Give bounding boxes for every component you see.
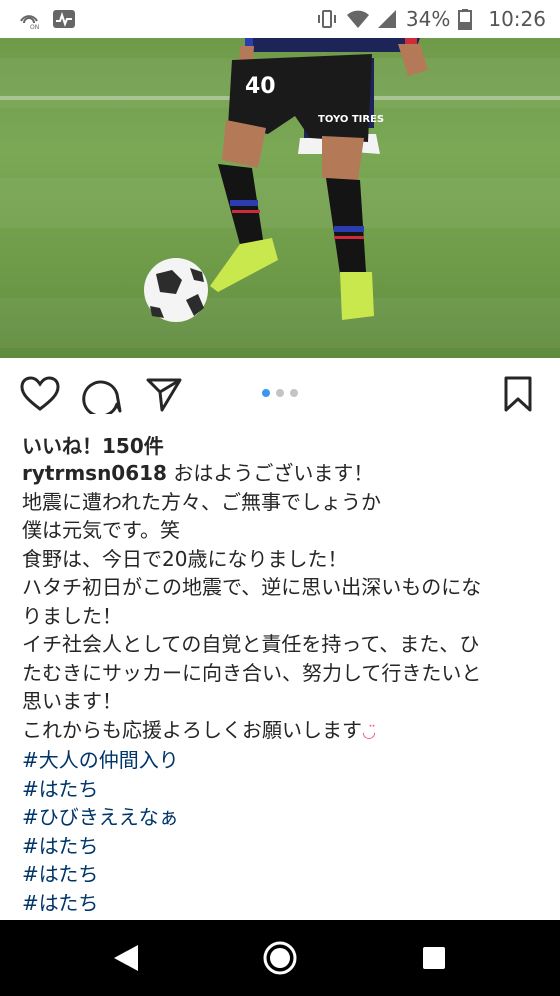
vibrate-icon <box>316 8 338 30</box>
carousel-indicator <box>262 389 298 397</box>
hashtag-link[interactable]: #はたち <box>22 889 542 918</box>
smile-emoji-icon: ◡̈ <box>362 721 376 741</box>
caption-line: 地震に遭われた方々、ご無事でしょうか <box>22 489 381 514</box>
back-triangle-icon <box>114 945 138 971</box>
status-bar: ON 34% 10:26 <box>0 0 560 38</box>
caption-line: りました！ <box>22 603 122 628</box>
player-illustration: 40 TOYO TIRES <box>144 38 428 322</box>
hashtag-link[interactable]: #大人の仲間入り <box>22 746 542 775</box>
heart-icon <box>20 376 60 411</box>
caption-line: イチ社会人としての自覚と責任を持って、また、ひ <box>22 632 480 656</box>
recents-square-icon <box>423 947 445 969</box>
signal-icon <box>376 8 398 30</box>
post-photo[interactable]: 40 TOYO TIRES <box>0 38 560 358</box>
caption-line: ハタチ初日がこの地震で、逆に思い出深いものにな <box>22 575 482 599</box>
bookmark-icon <box>504 376 532 412</box>
battery-icon <box>458 8 480 30</box>
sponsor-text: TOYO TIRES <box>318 114 384 125</box>
system-nav-bar <box>0 920 560 996</box>
hashtag-link[interactable]: #はたち <box>22 832 542 861</box>
caption-line: これからも応援よろしくお願いします◡̈ <box>22 716 542 747</box>
hashtag-link[interactable]: #はたち <box>22 860 542 889</box>
caption-line: たむきにサッカーに向き合い、努力して行きたいと <box>22 660 482 685</box>
recents-button[interactable] <box>394 920 474 996</box>
caption-line: 食野は、今日で20歳になりました！ <box>22 546 348 571</box>
hashtag-link[interactable]: #はたち <box>22 775 542 804</box>
clock: 10:26 <box>488 7 546 31</box>
battery-percent: 34% <box>405 7 451 31</box>
caption-line: 僕は元気です。笑 <box>22 518 180 542</box>
svg-text:ON: ON <box>30 24 39 30</box>
activity-icon <box>52 8 75 30</box>
wifi-icon <box>346 8 369 30</box>
caption-text: これからも応援よろしくお願いします <box>22 717 362 742</box>
post-caption: rytrmsn0618 おはようございます！ 地震に遭われた方々、ご無事でしょう… <box>22 459 542 917</box>
home-circle-icon <box>263 941 297 975</box>
comment-icon <box>82 380 122 414</box>
caption-text: おはようございます！ <box>173 461 374 485</box>
share-button[interactable] <box>142 372 186 416</box>
save-button[interactable] <box>496 372 540 416</box>
username-link[interactable]: rytrmsn0618 <box>22 461 167 485</box>
carousel-dot <box>290 389 298 397</box>
send-icon <box>146 378 182 412</box>
hashtag-link[interactable]: #ひびきええなぁ <box>22 803 542 832</box>
carousel-dot <box>276 389 284 397</box>
jersey-number: 40 <box>245 74 276 99</box>
carousel-dot <box>262 389 270 397</box>
comment-button[interactable] <box>80 372 124 416</box>
caption-line: 思います！ <box>22 689 122 713</box>
caption-line: rytrmsn0618 おはようございます！ <box>22 459 542 488</box>
like-button[interactable] <box>18 372 62 416</box>
back-button[interactable] <box>86 920 166 996</box>
wifi-calling-icon: ON <box>18 8 40 31</box>
home-button[interactable] <box>240 920 320 996</box>
like-count[interactable]: いいね！150件 <box>22 430 164 459</box>
